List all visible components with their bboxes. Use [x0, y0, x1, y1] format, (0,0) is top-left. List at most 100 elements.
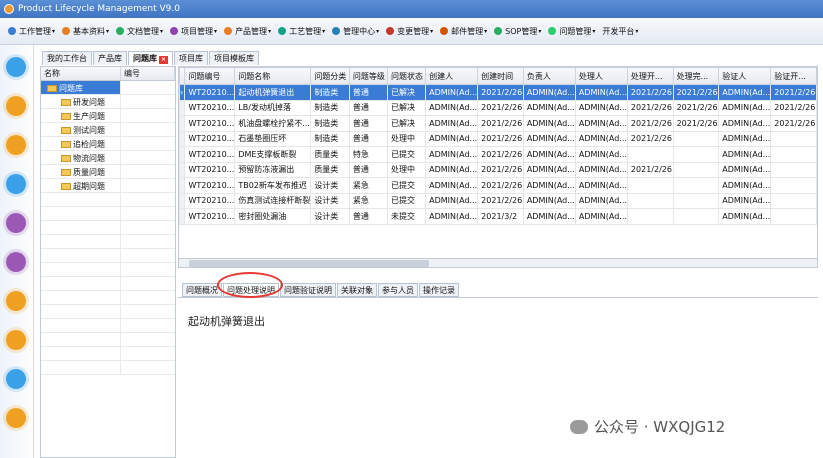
detail-tab-3[interactable]: 关联对象 [337, 283, 377, 297]
grid-cell: 密封圈处漏油 [234, 208, 312, 225]
detail-tab-0[interactable]: 问题概况 [182, 283, 222, 297]
tree-code-cell [121, 291, 173, 304]
chevron-down-icon: ▾ [214, 27, 218, 35]
table-row[interactable]: › WT20210... 起动机弹簧退出 制造类 普通 已解决 ADMIN(Ad... 202… [179, 84, 817, 101]
table-row[interactable]: WT20210... DME支撑板断裂 质量类 特急 已提交 ADMIN(Ad... 202… [179, 146, 817, 163]
rail-button-0-icon[interactable] [6, 57, 26, 77]
menu-item-8[interactable]: 邮件管理 ▾ [440, 26, 487, 37]
detail-tab-4[interactable]: 参与人员 [378, 283, 418, 297]
tree-row[interactable]: 研发问题 [41, 95, 175, 109]
grid-cell: 伤真测试连接杆断裂 [234, 192, 312, 209]
detail-tab-2[interactable]: 问题验证说明 [280, 283, 336, 297]
tree-header-code[interactable]: 编号 [121, 67, 175, 80]
tree-row[interactable]: 超期问题 [41, 179, 175, 193]
grid-header-cell[interactable]: 问题名称 [234, 67, 312, 85]
tab-label: 我的工作台 [47, 54, 87, 63]
menu-item-3[interactable]: 项目管理 ▾ [170, 26, 217, 37]
grid-header-cell[interactable]: 问题状态 [386, 67, 427, 85]
grid-cell: 2021/2/26 [477, 161, 524, 178]
problem-table: 问题编号 问题名称 问题分类 问题等级 问题状态 创建人 创建时间 负责人 处理人 处理开... 处… [179, 67, 817, 225]
menu-item-11[interactable]: 开发平台 ▾ [602, 26, 638, 37]
grid-cell: ADMIN(Ad... [425, 177, 479, 194]
grid-header-cell[interactable]: 创建时间 [477, 67, 524, 85]
problem-grid: 问题编号 问题名称 问题分类 问题等级 问题状态 创建人 创建时间 负责人 处理人 处理开... 处… [178, 66, 818, 266]
grid-header-cell[interactable]: 处理完... [672, 67, 720, 85]
rail-button-6-icon[interactable] [6, 291, 26, 311]
table-row[interactable]: WT20210... 石墨垫圈压坏 制造类 普通 处理中 ADMIN(Ad... 2021/… [179, 130, 817, 147]
tab-1[interactable]: 产品库 [93, 51, 127, 65]
grid-cell: 普通 [348, 84, 389, 101]
tree-name-cell: 问题库 [41, 81, 121, 94]
rail-button-9-icon[interactable] [6, 408, 26, 428]
table-row[interactable]: WT20210... 预留防冻液漏出 质量类 普通 处理中 ADMIN(Ad... 2021… [179, 161, 817, 178]
grid-cell: 2021/2/26 [477, 99, 524, 116]
grid-cell: 普通 [348, 130, 389, 147]
grid-header-cell[interactable]: 验证开... [770, 67, 817, 85]
tab-0[interactable]: 我的工作台 [42, 51, 92, 65]
detail-tab-5[interactable]: 操作记录 [419, 283, 459, 297]
tree-row[interactable]: 测试问题 [41, 123, 175, 137]
rail-button-2-icon[interactable] [6, 135, 26, 155]
menu-label: 项目管理 [181, 26, 214, 36]
tree-row[interactable]: 追检问题 [41, 137, 175, 151]
grid-cell: WT20210... [184, 146, 236, 163]
menu-item-2[interactable]: 文档管理 ▾ [116, 26, 163, 37]
close-icon[interactable]: × [159, 56, 168, 64]
grid-cell: 普通 [348, 115, 389, 132]
grid-horizontal-scrollbar[interactable] [178, 258, 818, 268]
tree-code-cell [121, 165, 173, 178]
tab-3[interactable]: 项目库 [174, 51, 208, 65]
grid-cell: ADMIN(Ad... [522, 130, 576, 147]
tree-row[interactable]: 生产问题 [41, 109, 175, 123]
grid-cell: 普通 [348, 161, 389, 178]
menu-item-1[interactable]: 基本资料 ▾ [62, 26, 109, 37]
table-row[interactable]: WT20210... TB02新车发布推迟 设计类 紧急 已提交 ADMIN(Ad... 2… [179, 177, 817, 194]
grid-header-cell[interactable]: 问题分类 [310, 67, 350, 85]
tree-item-label: 超期问题 [61, 181, 105, 192]
table-row[interactable]: WT20210... 密封圈处漏油 设计类 普通 未提交 ADMIN(Ad... 2021/… [179, 208, 817, 225]
tree-row[interactable]: 物流问题 [41, 151, 175, 165]
tree-header-name[interactable]: 名称 [41, 67, 121, 80]
rail-button-3-icon[interactable] [6, 174, 26, 194]
menu-item-7[interactable]: 变更管理 ▾ [386, 26, 433, 37]
grid-cell: ADMIN(Ad... [574, 192, 628, 209]
grid-cell: ADMIN(Ad... [718, 177, 772, 194]
table-row[interactable]: WT20210... LB/发动机掉落 制造类 普通 已解决 ADMIN(Ad... 202… [179, 99, 817, 116]
grid-header-cell[interactable]: 处理人 [574, 67, 628, 85]
watermark-text: 公众号 · WXQJG12 [594, 418, 726, 436]
menu-label: 工艺管理 [289, 26, 322, 36]
menu-item-9[interactable]: SOP管理 ▾ [494, 26, 541, 37]
table-row[interactable]: WT20210... 伤真测试连接杆断裂 设计类 紧急 已提交 ADMIN(Ad... 20… [179, 192, 817, 209]
rail-button-7-icon[interactable] [6, 330, 26, 350]
grid-cell: ADMIN(Ad... [425, 208, 479, 225]
rail-button-1-icon[interactable] [6, 96, 26, 116]
menu-item-4[interactable]: 产品管理 ▾ [224, 26, 271, 37]
grid-header-cell[interactable]: 验证人 [718, 67, 772, 85]
rail-button-8-icon[interactable] [6, 369, 26, 389]
tree-row [41, 319, 175, 333]
menu-item-6[interactable]: 管理中心 ▾ [332, 26, 379, 37]
scrollbar-thumb[interactable] [189, 260, 429, 267]
menu-icon [224, 27, 233, 35]
menu-item-0[interactable]: 工作管理 ▾ [8, 26, 55, 37]
grid-cell: 2021/2/26 [477, 130, 524, 147]
rail-button-4-icon[interactable] [6, 213, 26, 233]
folder-icon [61, 141, 71, 148]
rail-button-5-icon[interactable] [6, 252, 26, 272]
chevron-down-icon: ▾ [592, 27, 596, 35]
grid-header-cell[interactable]: 负责人 [522, 67, 576, 85]
tree-row[interactable]: 问题库 [41, 81, 175, 95]
tree-item-label: 问题库 [47, 83, 83, 94]
menu-label: 问题管理 [559, 26, 592, 36]
menu-item-5[interactable]: 工艺管理 ▾ [278, 26, 325, 37]
tree-row[interactable]: 质量问题 [41, 165, 175, 179]
grid-header-cell[interactable]: 问题等级 [348, 67, 389, 85]
tree-name-cell: 测试问题 [41, 123, 121, 136]
grid-header-cell[interactable]: 创建人 [425, 67, 479, 85]
tab-4[interactable]: 项目模板库 [209, 51, 259, 65]
table-row[interactable]: WT20210... 机油盘螺栓拧紧不... 制造类 普通 已解决 ADMIN(Ad...… [179, 115, 817, 132]
tab-2[interactable]: 问题库 × [128, 51, 173, 65]
grid-header-cell[interactable]: 处理开... [626, 67, 674, 85]
grid-header-cell[interactable]: 问题编号 [184, 67, 236, 85]
menu-item-10[interactable]: 问题管理 ▾ [548, 26, 595, 37]
